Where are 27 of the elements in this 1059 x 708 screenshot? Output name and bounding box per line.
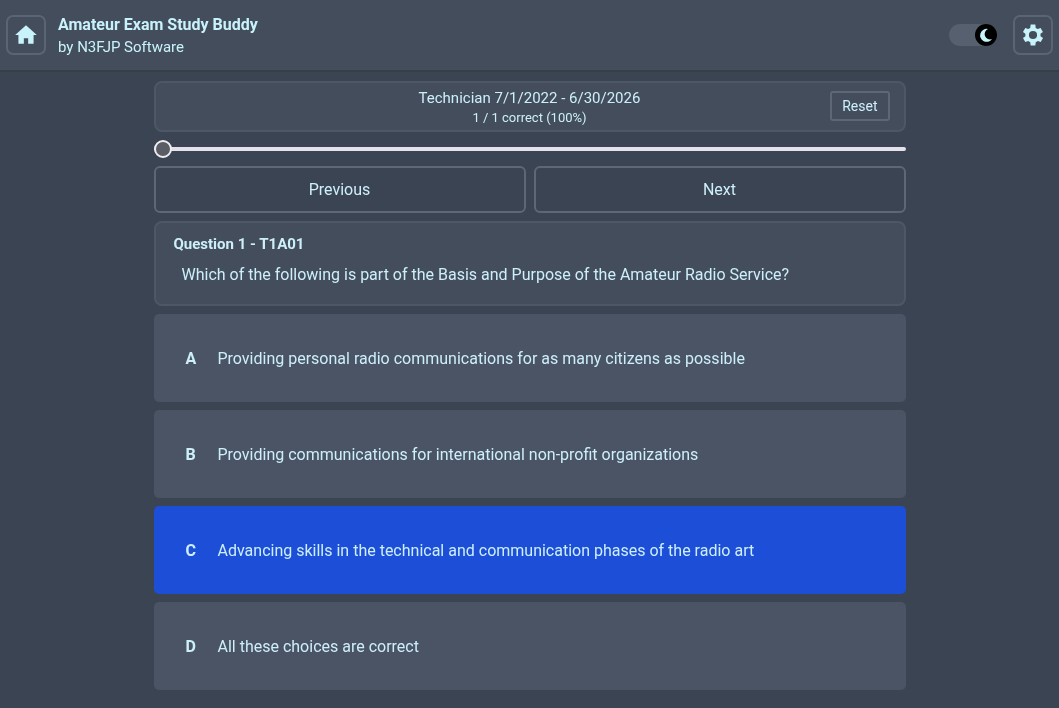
answer-option[interactable]: C Advancing skills in the technical and communication phases of the radio art: [153, 506, 906, 594]
question-pool-title: Technician 7/1/2022 - 6/30/2026: [418, 88, 641, 107]
dark-mode-toggle[interactable]: [949, 24, 997, 46]
moon-icon: [975, 24, 997, 46]
answer-text: Advancing skills in the technical and communication phases of the radio art: [217, 540, 755, 560]
answer-letter: C: [185, 540, 197, 560]
answer-option[interactable]: A Providing personal radio communications for as many citizens as possible: [153, 314, 906, 402]
app-title: Amateur Exam Study Buddy: [58, 14, 258, 34]
next-button[interactable]: Next: [533, 166, 906, 213]
settings-button[interactable]: [1013, 15, 1053, 55]
answer-text: Providing communications for international non-profit organizations: [217, 444, 699, 464]
answer-text: Providing personal radio communications for as many citizens as possible: [217, 348, 745, 368]
answer-letter: B: [185, 444, 197, 464]
score-text: 1 / 1 correct (100%): [471, 109, 588, 125]
question-heading: Question 1 - T1A01: [173, 235, 306, 253]
previous-button[interactable]: Previous: [153, 166, 526, 213]
slider-thumb[interactable]: [153, 140, 172, 158]
answer-option[interactable]: B Providing communications for international non-profit organizations: [153, 410, 906, 498]
question-slider-track[interactable]: [153, 140, 906, 158]
app-subtitle: by N3FJP Software: [58, 37, 186, 56]
answer-letter: A: [185, 348, 198, 368]
answer-text: All these choices are correct: [217, 636, 419, 656]
answer-letter: D: [185, 636, 197, 656]
question-text: Which of the following is part of the Basis and Purpose of the Amateur Radio Service?: [180, 265, 791, 284]
reset-button[interactable]: Reset: [830, 91, 890, 121]
answer-option[interactable]: D All these choices are correct: [153, 602, 906, 690]
home-button[interactable]: [6, 15, 46, 55]
